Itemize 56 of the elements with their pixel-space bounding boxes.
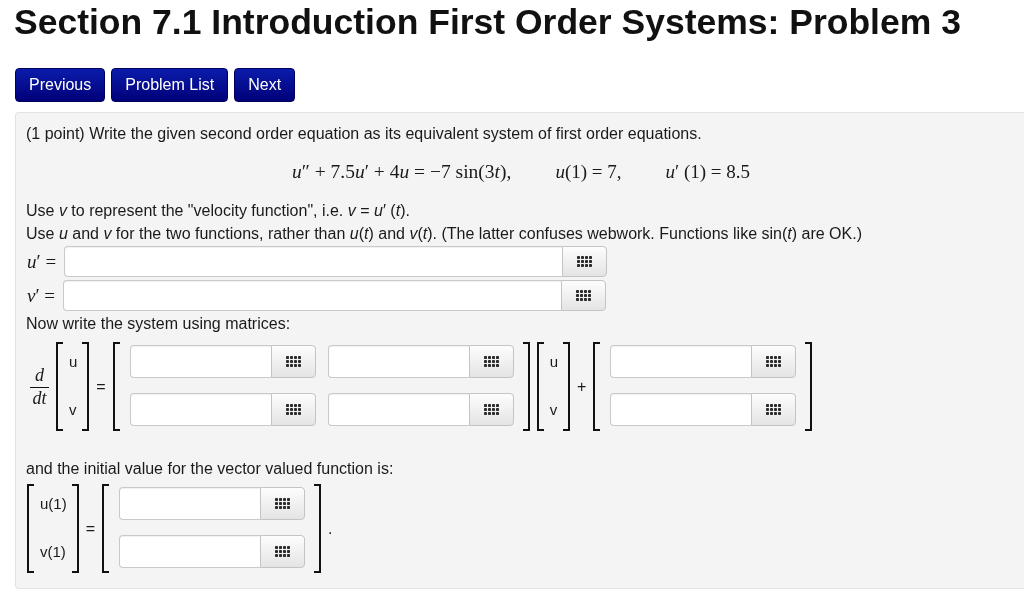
- matrix-entry: u: [69, 352, 78, 371]
- matrix-entry: v: [549, 400, 558, 419]
- grid-icon: [576, 290, 592, 301]
- grid-icon: [275, 546, 291, 557]
- matrix-entry: v: [69, 400, 77, 419]
- answer-field[interactable]: [119, 535, 261, 568]
- prompt-text: Now write the system using matrices:: [26, 314, 292, 334]
- nav-button[interactable]: Previous: [15, 68, 106, 102]
- matrix-entry: v(1): [40, 542, 66, 561]
- answer-field[interactable]: [64, 246, 563, 277]
- math-equation: u(1) = 7,: [555, 161, 622, 183]
- answer-field[interactable]: [327, 345, 469, 378]
- nav-button[interactable]: Problem List: [111, 68, 229, 102]
- answer-field[interactable]: [610, 345, 752, 378]
- fraction-numerator: d: [35, 366, 44, 384]
- answer-field[interactable]: [119, 487, 261, 520]
- grid-icon: [285, 404, 301, 415]
- grid-icon: [275, 498, 291, 509]
- grid-icon: [766, 356, 782, 367]
- grid-icon: [577, 256, 593, 267]
- answer-field[interactable]: [610, 393, 752, 426]
- grid-button[interactable]: [270, 345, 316, 378]
- grid-button[interactable]: [751, 345, 797, 378]
- grid-button[interactable]: [270, 393, 316, 426]
- math-symbol: .: [328, 519, 333, 538]
- intro-text: (1 point) Write the given second order equation as its equivalent system of first order equations.: [26, 124, 703, 144]
- grid-button[interactable]: [561, 280, 607, 311]
- instruction-text: Use u and v for the two functions, rather than u(t) and v(t). (The latter confuses webwork. Functions like sin(t) are OK.): [26, 224, 863, 244]
- math-symbol: =: [85, 519, 96, 538]
- grid-icon: [285, 356, 301, 367]
- prompt-text: and the initial value for the vector valued function is:: [26, 459, 395, 479]
- page-title: Section 7.1 Introduction First Order Systems: Problem 3: [14, 2, 962, 42]
- answer-field[interactable]: [327, 393, 469, 426]
- answer-field[interactable]: [63, 280, 562, 311]
- answer-field[interactable]: [129, 345, 271, 378]
- math-symbol: =: [96, 377, 106, 396]
- matrix-entry: u: [549, 352, 559, 371]
- math-equation: u″ + 7.5u′ + 4u = −7 sin(3t),: [291, 161, 512, 183]
- grid-button[interactable]: [751, 393, 797, 426]
- instruction-text: Use v to represent the "velocity function", i.e. v = u′ (t).: [26, 201, 411, 221]
- fraction-denominator: dt: [32, 389, 47, 407]
- math-equation: u′ (1) = 8.5: [665, 161, 751, 183]
- grid-icon: [483, 404, 499, 415]
- math-symbol: +: [577, 377, 587, 396]
- field-label: v′ =: [27, 284, 56, 307]
- grid-icon: [483, 356, 499, 367]
- grid-button[interactable]: [260, 487, 306, 520]
- matrix-entry: u(1): [40, 494, 67, 513]
- answer-field[interactable]: [129, 393, 271, 426]
- grid-button[interactable]: [468, 345, 514, 378]
- grid-icon: [766, 404, 782, 415]
- nav-button[interactable]: Next: [234, 68, 296, 102]
- field-label: u′ =: [27, 250, 57, 273]
- grid-button[interactable]: [260, 535, 306, 568]
- grid-button[interactable]: [468, 393, 514, 426]
- grid-button[interactable]: [562, 246, 608, 277]
